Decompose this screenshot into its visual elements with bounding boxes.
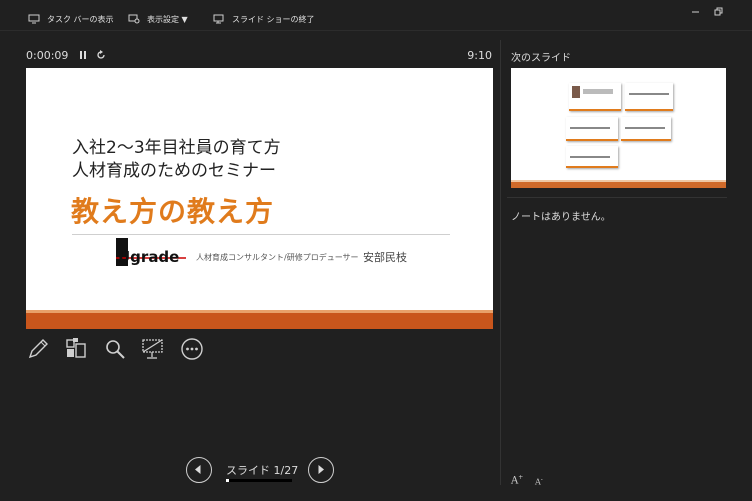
slide-progress-bar	[226, 479, 292, 482]
show-taskbar-label: タスク バーの表示	[47, 14, 114, 24]
end-show-icon	[213, 14, 225, 24]
pause-icon[interactable]	[78, 49, 88, 64]
next-icon	[318, 465, 324, 474]
end-slide-show-label: スライド ショーの終了	[232, 14, 315, 24]
increase-font-button[interactable]: A+	[511, 474, 523, 486]
slide-title: 教え方の教え方	[71, 195, 275, 228]
black-screen-icon[interactable]	[141, 337, 165, 361]
end-slide-show-button[interactable]: スライド ショーの終了	[213, 12, 315, 26]
show-taskbar-button[interactable]: タスク バーの表示	[28, 12, 114, 26]
thumb-card	[566, 146, 618, 168]
elapsed-timer: 0:00:09	[26, 49, 69, 62]
restore-icon[interactable]	[713, 2, 725, 16]
next-slide-button[interactable]	[308, 457, 334, 483]
panel-divider[interactable]	[500, 40, 501, 485]
slide-rule	[72, 234, 450, 235]
slide-footer-band	[26, 310, 493, 329]
ugrade-logo: Ugrade	[116, 238, 188, 268]
more-options-icon[interactable]	[180, 337, 204, 361]
minimize-icon[interactable]	[690, 2, 702, 13]
display-settings-button[interactable]: 表示設定 ▼	[128, 12, 188, 26]
all-slides-icon[interactable]	[64, 337, 88, 361]
speaker-notes: ノートはありません。	[511, 212, 611, 223]
next-slide-label: 次のスライド	[511, 53, 571, 64]
zoom-icon[interactable]	[103, 337, 127, 361]
monitor-icon	[28, 14, 40, 24]
pen-icon[interactable]	[26, 337, 50, 361]
previous-slide-button[interactable]	[186, 457, 212, 483]
logo-text: Ugrade	[118, 248, 179, 266]
thumb-card	[621, 117, 671, 141]
thumb-footer-band	[511, 182, 726, 188]
slide-counter[interactable]: スライド 1/27	[226, 462, 298, 478]
thumb-card	[566, 117, 618, 141]
toolbar-divider	[0, 30, 752, 31]
slide-subtitle-line-2: 人材育成のためのセミナー	[72, 161, 276, 181]
restart-icon[interactable]	[96, 49, 106, 64]
clock: 9:10	[467, 49, 492, 62]
slide-progress-fill	[226, 479, 229, 482]
notes-divider	[507, 197, 727, 198]
decrease-font-button[interactable]: A-	[535, 476, 543, 487]
next-slide-thumbnail[interactable]	[511, 68, 726, 188]
thumb-card	[569, 83, 621, 111]
display-settings-label: 表示設定 ▼	[147, 14, 188, 24]
presenter-name: 安部民枝	[363, 251, 407, 264]
presenter-toolbar: タスク バーの表示 表示設定 ▼ スライド ショーの終了	[0, 0, 752, 30]
current-slide[interactable]: 入社2～3年目社員の育て方 人材育成のためのセミナー 教え方の教え方 Ugrad…	[26, 68, 493, 329]
slide-subtitle-line-1: 入社2～3年目社員の育て方	[72, 138, 281, 158]
previous-icon	[195, 465, 201, 474]
display-settings-icon	[128, 14, 140, 24]
presenter-role: 人材育成コンサルタント/研修プロデューサー	[196, 253, 359, 262]
thumb-card	[625, 83, 673, 111]
